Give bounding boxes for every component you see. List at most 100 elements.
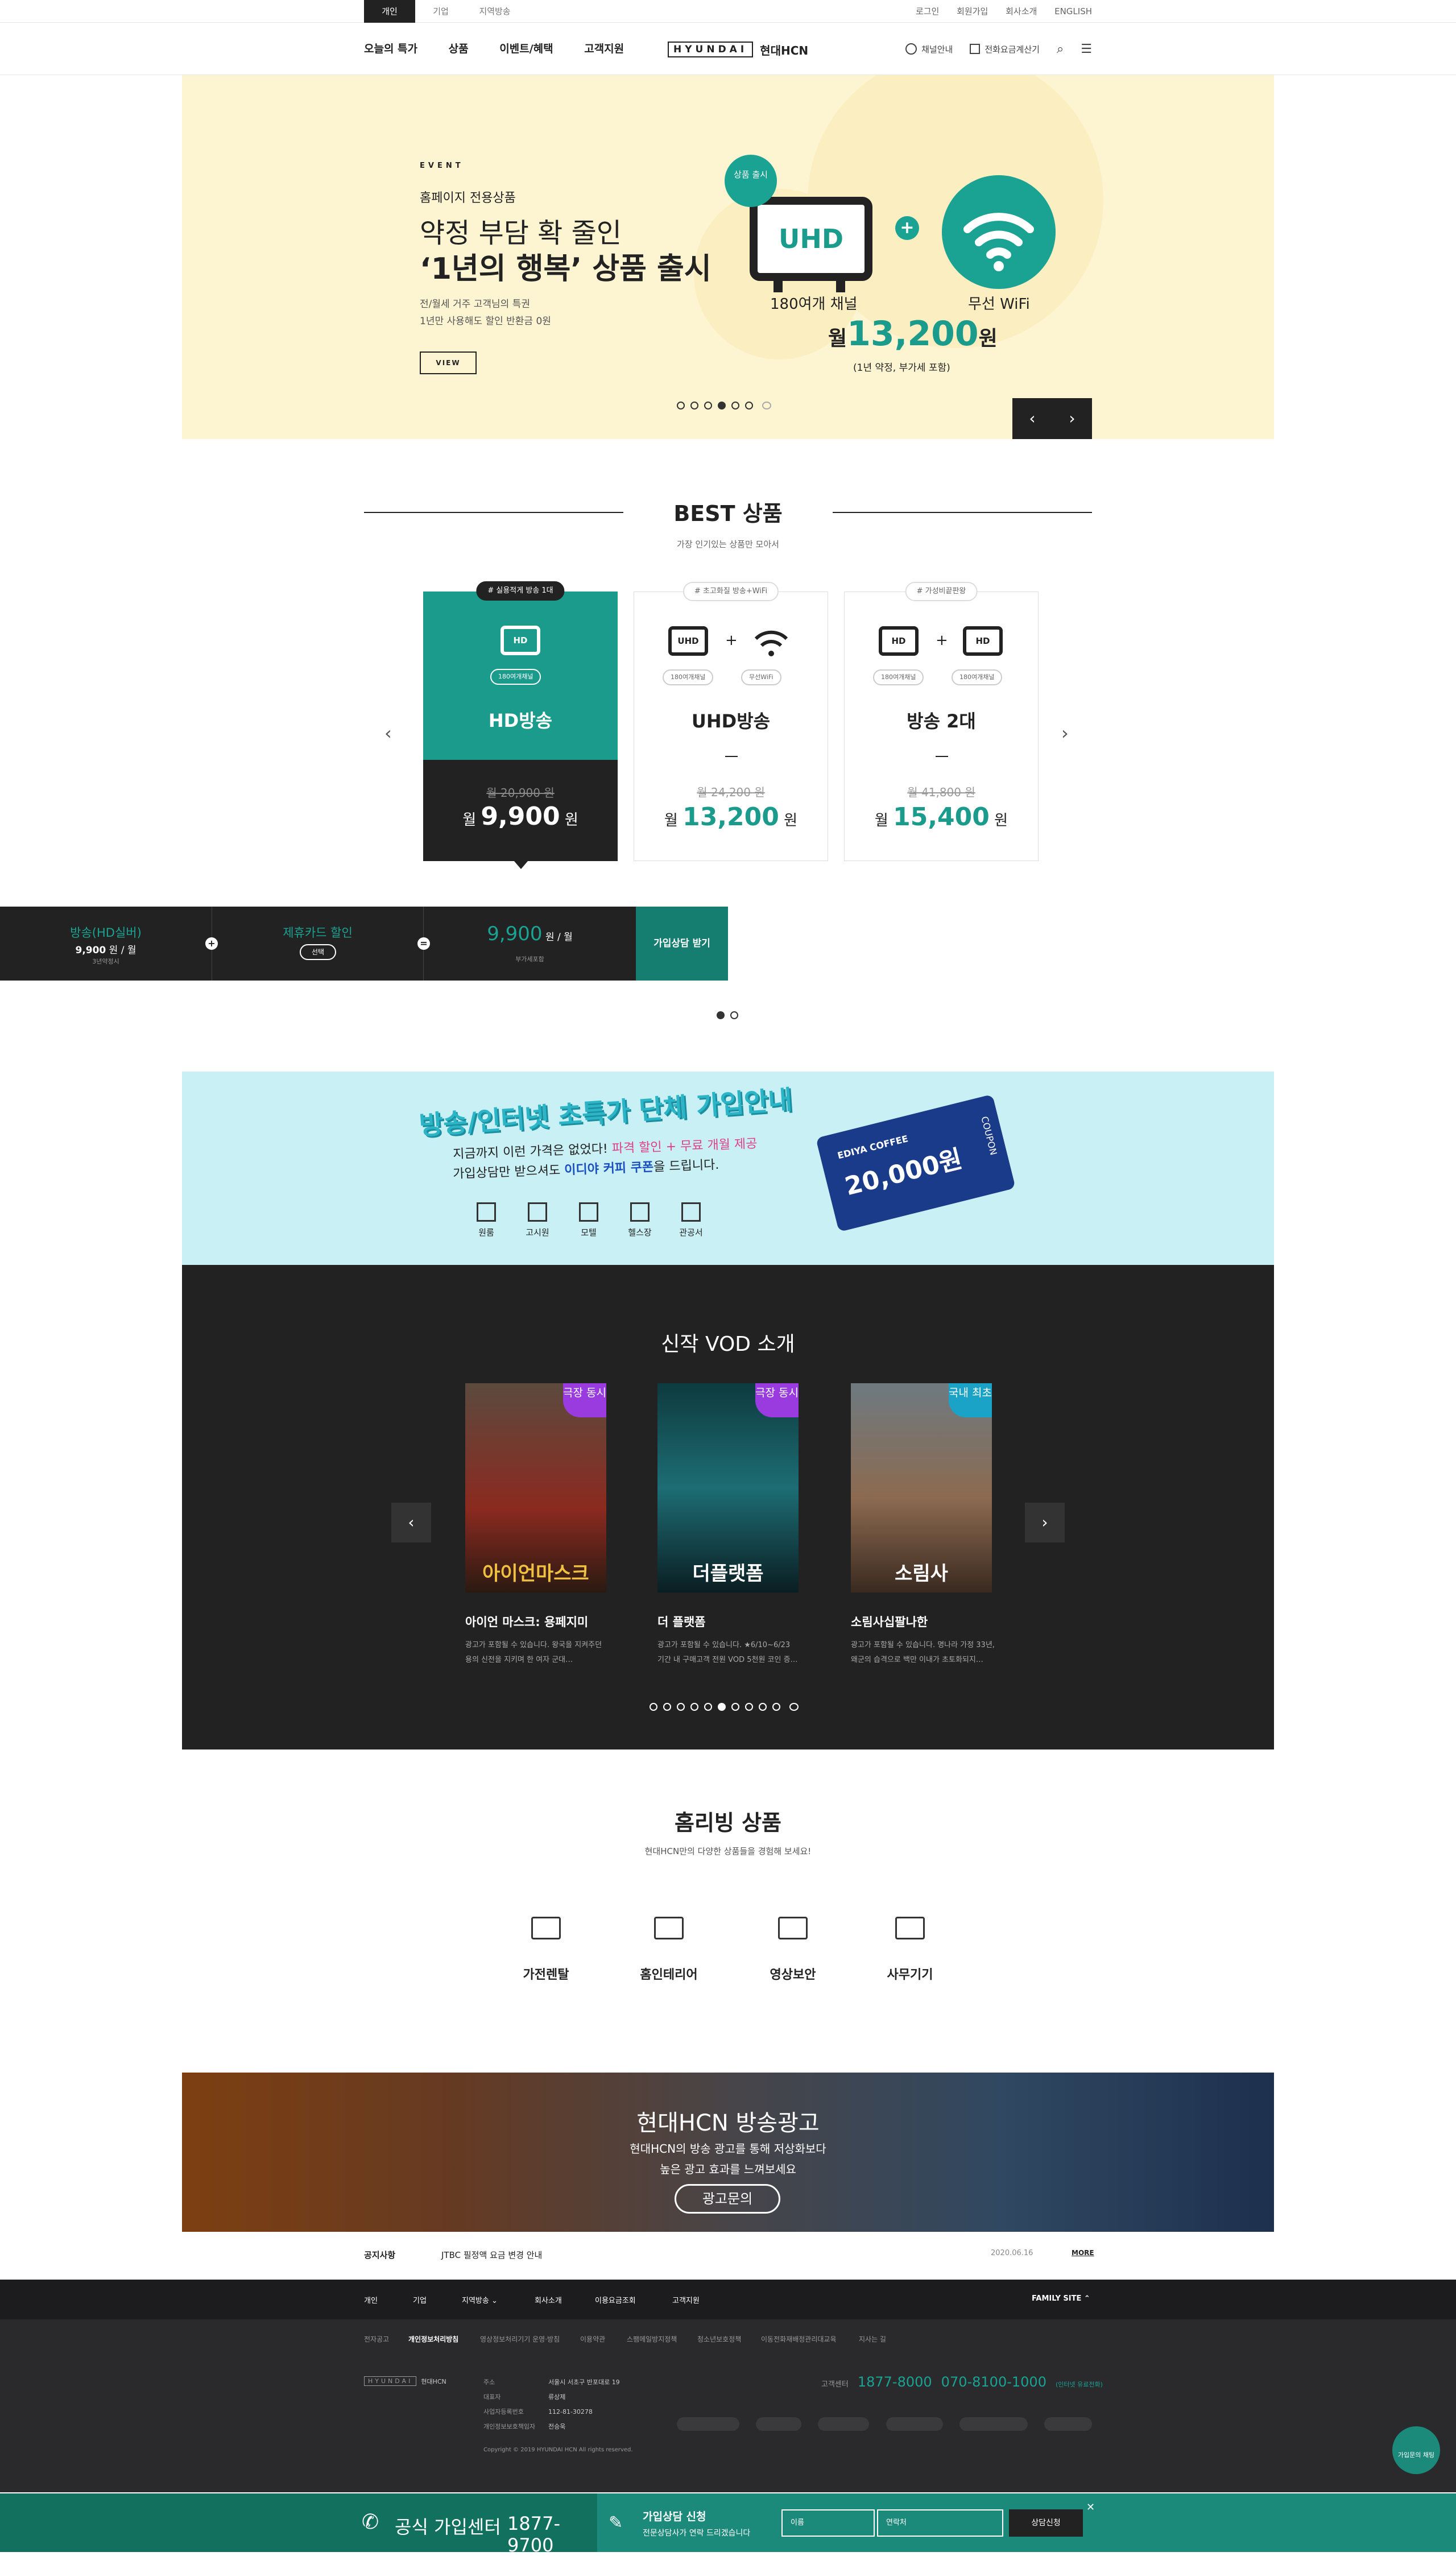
menu-products[interactable]: 상품 xyxy=(449,43,469,55)
footer-link[interactable]: 지역방송 ⌄ xyxy=(462,2294,498,2305)
page-dot[interactable] xyxy=(718,402,726,410)
best-next-button[interactable]: › xyxy=(1061,722,1069,744)
vod-next-button[interactable]: › xyxy=(1025,1503,1065,1542)
living-item-rental[interactable]: 가전렌탈 xyxy=(489,1917,603,1983)
family-site-toggle[interactable]: FAMILY SITE ⌃ xyxy=(1032,2294,1090,2303)
site-logo[interactable]: HYUNDAI 현대HCN xyxy=(668,40,808,59)
calc-product[interactable]: 방송(HD실버) 9,900 원 / 월 3년약정시 xyxy=(0,907,212,981)
page-dot[interactable] xyxy=(745,402,753,410)
name-input[interactable]: 이름 xyxy=(781,2509,875,2537)
ad-inquiry-button[interactable]: 광고문의 xyxy=(675,2184,780,2214)
tab-business[interactable]: 기업 xyxy=(415,0,466,23)
menu-support[interactable]: 고객지원 xyxy=(584,43,624,55)
product-card[interactable]: # 가성비끝판왕 HD + HD 180여개채널 180여개채널 방송 2대 월… xyxy=(844,582,1039,861)
living-label: 사무기기 xyxy=(887,1968,933,1982)
pause-icon[interactable] xyxy=(762,402,771,410)
page-dot[interactable] xyxy=(759,1703,767,1711)
tab-regional[interactable]: 지역방송 xyxy=(466,0,523,23)
card-name: 방송 2대 xyxy=(907,710,976,732)
footer-link[interactable]: 이용요금조회 xyxy=(595,2294,636,2305)
policy-link[interactable]: 청소년보호정책 xyxy=(697,2334,741,2344)
pause-icon[interactable] xyxy=(789,1703,799,1711)
movie-name[interactable]: 아이언 마스크: 용페지미 xyxy=(465,1613,588,1630)
chat-button[interactable]: 가입문의 채팅 xyxy=(1392,2426,1440,2474)
page-dot[interactable] xyxy=(663,1703,671,1711)
signup-center-phone[interactable]: 1877-9700 xyxy=(507,2513,597,2556)
company-info-labels: 주소 대표자 사업자등록번호 개인정보보호책임자 xyxy=(483,2375,535,2434)
menu-today-deal[interactable]: 오늘의 특가 xyxy=(364,43,417,55)
policy-link[interactable]: 이동전화재배정관리대교육 xyxy=(761,2334,836,2344)
hero-view-button[interactable]: VIEW xyxy=(420,351,477,374)
vod-prev-button[interactable]: ‹ xyxy=(391,1503,431,1542)
search-button[interactable]: ⌕ xyxy=(1057,42,1064,56)
tv-leg xyxy=(774,281,783,292)
cs-phone[interactable]: 070-8100-1000 xyxy=(941,2374,1046,2390)
page-dot[interactable] xyxy=(690,1703,698,1711)
page-dot[interactable] xyxy=(690,402,698,410)
signup-link[interactable]: 회원가입 xyxy=(957,6,988,16)
policy-link[interactable]: 전자공고 xyxy=(364,2334,389,2344)
page-dot[interactable] xyxy=(717,1011,725,1019)
movie-poster[interactable]: 국내 최초 소림사 xyxy=(851,1383,992,1593)
card-select-button[interactable]: 선택 xyxy=(300,944,336,960)
page-dot[interactable] xyxy=(704,1703,712,1711)
footer-link[interactable]: 개인 xyxy=(364,2294,378,2305)
movie-desc: 광고가 포함될 수 있습니다. 명나라 가정 33년, 왜군의 습격으로 백만 이… xyxy=(851,1638,999,1668)
footer-link[interactable]: 고객지원 xyxy=(672,2294,700,2305)
movie-name[interactable]: 소림사십팔나한 xyxy=(851,1613,928,1630)
best-prev-button[interactable]: ‹ xyxy=(384,722,392,744)
company-link[interactable]: 회사소개 xyxy=(1006,6,1037,16)
page-dot[interactable] xyxy=(718,1703,726,1711)
calc-card[interactable]: 제휴카드 할인 선택 xyxy=(212,907,423,981)
icon-label: 모텔 xyxy=(581,1227,597,1238)
page-dot[interactable] xyxy=(731,1703,739,1711)
hero-next-button[interactable]: › xyxy=(1052,398,1092,439)
tab-personal[interactable]: 개인 xyxy=(364,0,415,23)
page-dot[interactable] xyxy=(677,402,685,410)
page-dot[interactable] xyxy=(745,1703,753,1711)
movie-name[interactable]: 더 플랫폼 xyxy=(657,1613,706,1630)
channel-pill: 180여개채널 xyxy=(490,669,541,685)
plus-icon: + xyxy=(936,632,948,649)
consult-button[interactable]: 가입상담 받기 xyxy=(636,907,728,981)
product-card[interactable]: # 초고화질 방송+WiFi UHD + 180여개채널 무선WiFi UHD방… xyxy=(634,582,828,861)
movie-poster[interactable]: 극장 동시 더플랫폼 xyxy=(657,1383,799,1593)
product-card[interactable]: # 실용적게 방송 1대 HD 180여개채널 HD방송 월 20,900 원 … xyxy=(423,581,618,869)
plus-icon: + xyxy=(725,632,738,649)
page-dot[interactable] xyxy=(650,1703,657,1711)
group-promo-banner[interactable]: 방송/인터넷 초특가 단체 가입안내 지금까지 이런 가격은 없었다! 파격 할… xyxy=(182,1072,1274,1265)
phone-input[interactable]: 연락처 xyxy=(877,2509,1003,2537)
notice-text[interactable]: JTBC 필정액 요금 변경 안내 xyxy=(441,2249,542,2261)
page-dot[interactable] xyxy=(730,1011,738,1019)
living-item-interior[interactable]: 홈인테리어 xyxy=(612,1917,726,1983)
living-item-office[interactable]: 사무기기 xyxy=(853,1917,967,1983)
movie-poster[interactable]: 극장 동시 아이언마스크 xyxy=(465,1383,606,1593)
menu-events[interactable]: 이벤트/혜택 xyxy=(499,43,553,55)
price-suffix: 원 xyxy=(564,812,578,829)
policy-link[interactable]: 스팸메일방지정책 xyxy=(627,2334,677,2344)
footer-link[interactable]: 회사소개 xyxy=(535,2294,562,2305)
login-link[interactable]: 로그인 xyxy=(916,6,939,16)
page-dot[interactable] xyxy=(677,1703,685,1711)
menu-button[interactable]: ☰ xyxy=(1081,42,1092,56)
cs-phone[interactable]: 1877-8000 xyxy=(858,2374,932,2390)
company-info-values: 서울시 서초구 반포대로 19 류상제 112-81-30278 전승욱 xyxy=(548,2375,620,2434)
policy-link[interactable]: 지사는 길 xyxy=(859,2334,886,2344)
hero-prev-button[interactable]: ‹ xyxy=(1012,398,1052,439)
page-dot[interactable] xyxy=(704,402,712,410)
policy-link[interactable]: 영상정보처리기기 운영·방침 xyxy=(480,2334,560,2344)
page-dot[interactable] xyxy=(731,402,739,410)
notice-more-link[interactable]: MORE xyxy=(1072,2249,1094,2257)
policy-link[interactable]: 개인정보처리방침 xyxy=(408,2334,458,2344)
footer-link[interactable]: 기업 xyxy=(413,2294,427,2305)
fee-calc-link[interactable]: 전화요금계산기 xyxy=(970,43,1040,55)
hero-banner[interactable]: EVENT 홈페이지 전용상품 약정 부담 확 줄인 ‘1년의 행복’ 상품 출… xyxy=(182,75,1274,439)
channel-guide-link[interactable]: 채널안내 xyxy=(905,43,953,55)
policy-link[interactable]: 이용약관 xyxy=(580,2334,605,2344)
close-icon[interactable]: ✕ xyxy=(1086,2501,1095,2513)
living-item-security[interactable]: 영상보안 xyxy=(736,1917,850,1983)
apply-submit-button[interactable]: 상담신청 xyxy=(1009,2509,1083,2537)
info-value: 서울시 서초구 반포대로 19 xyxy=(548,2379,620,2386)
page-dot[interactable] xyxy=(772,1703,780,1711)
english-link[interactable]: ENGLISH xyxy=(1054,6,1092,16)
